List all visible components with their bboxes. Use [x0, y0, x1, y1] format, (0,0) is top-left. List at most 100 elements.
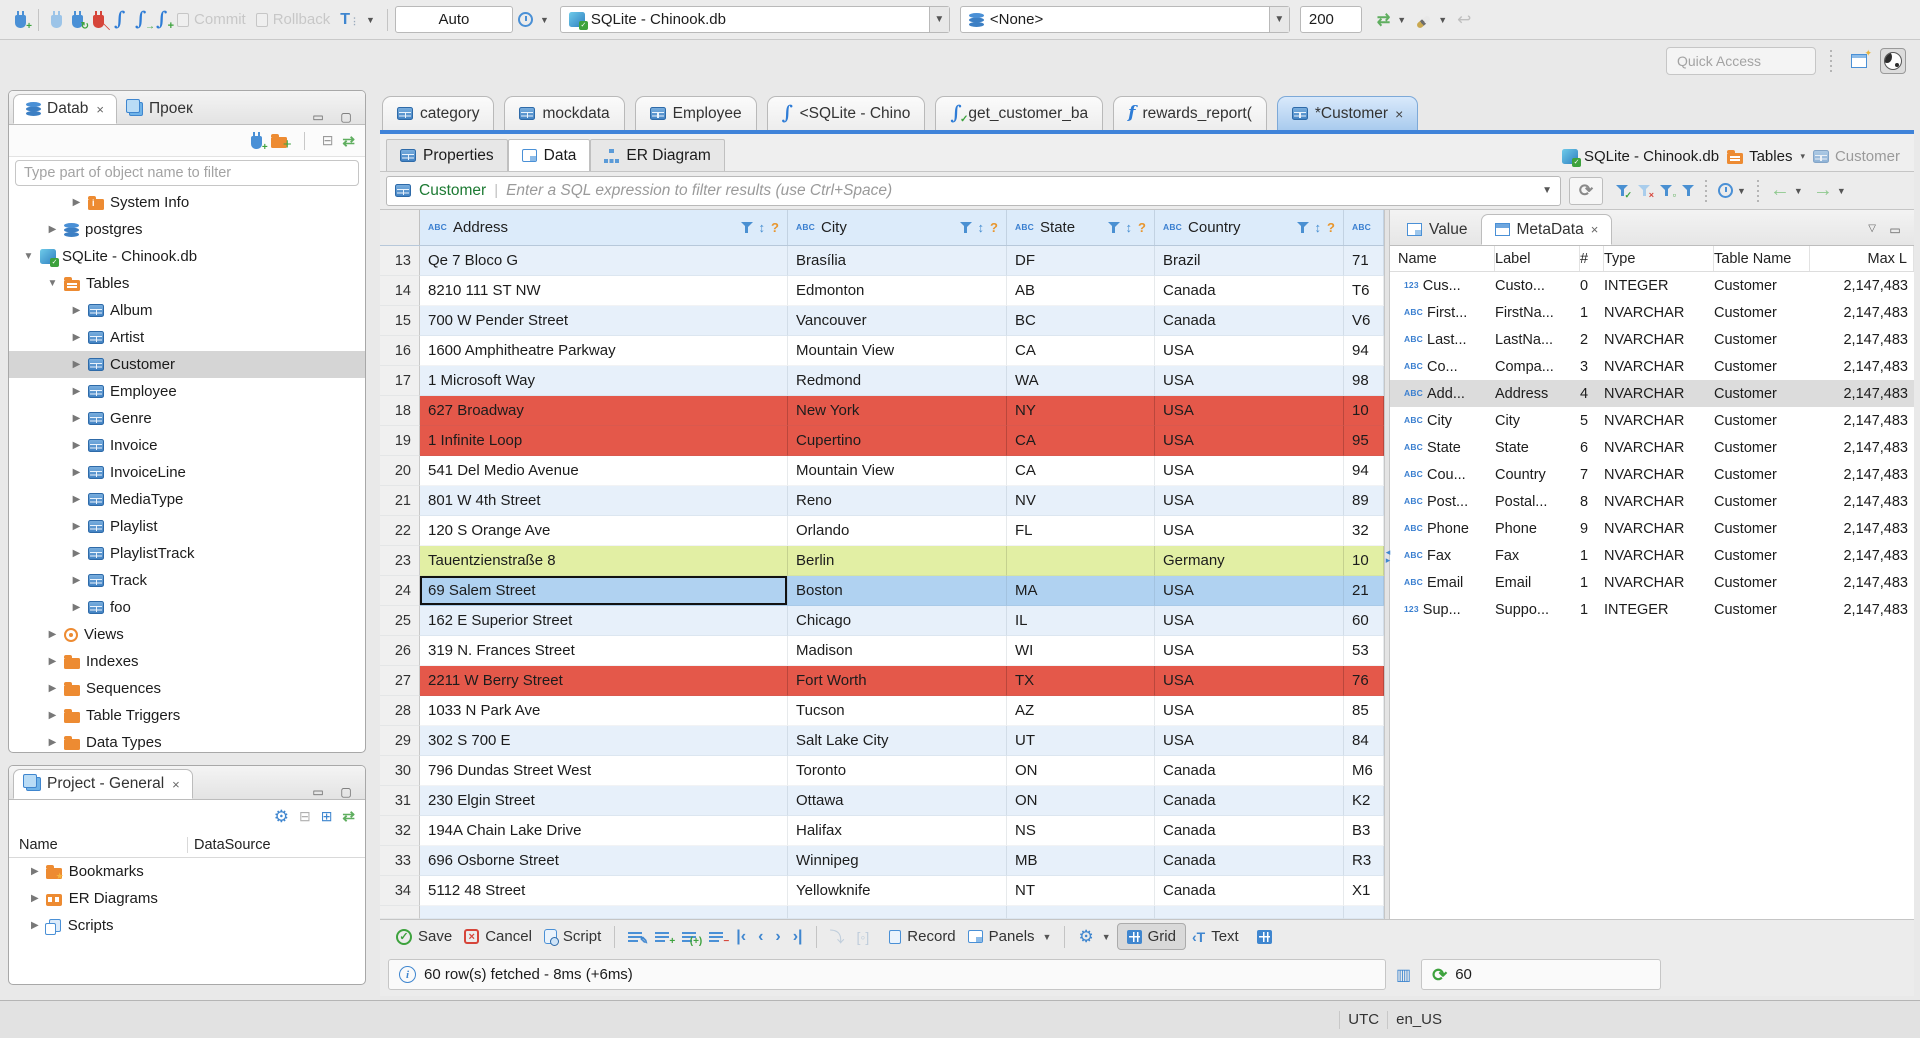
tree-expand-arrow[interactable]: ▶	[71, 602, 82, 613]
combo-dropdown-button[interactable]: ▼	[1268, 7, 1289, 32]
refresh-results-button[interactable]: ⟳	[1569, 176, 1603, 205]
panels-button[interactable]: Panels ▼	[962, 928, 1058, 945]
fetch-page-button[interactable]: ⤵	[824, 926, 851, 947]
row-number-cell[interactable]: 13	[380, 246, 420, 276]
metadata-type-cell[interactable]: NVARCHAR	[1604, 359, 1714, 375]
metadata-number-cell[interactable]: 6	[1580, 440, 1604, 456]
column-header-tablename[interactable]: Table Name	[1714, 246, 1810, 271]
cell-state[interactable]: CA	[1007, 426, 1155, 456]
tree-expand-arrow[interactable]: ▶	[47, 656, 58, 667]
table-row[interactable]: 19 1 Infinite Loop Cupertino CA USA 95	[380, 426, 1384, 456]
cell-country[interactable]: USA	[1155, 696, 1344, 726]
tree-expand-arrow[interactable]: ▶	[47, 224, 58, 235]
tree-item[interactable]: ▶ Indexes	[9, 648, 365, 675]
cell-city[interactable]: New York	[788, 396, 1007, 426]
row-number-cell[interactable]: 21	[380, 486, 420, 516]
table-row[interactable]: 29 302 S 700 E Salt Lake City UT USA 84	[380, 726, 1384, 756]
new-sql-editor-button[interactable]	[109, 6, 130, 34]
table-row[interactable]: 18 627 Broadway New York NY USA 10	[380, 396, 1384, 426]
panel-splitter[interactable]: ◂ ▸	[1384, 210, 1390, 919]
tree-item[interactable]: ▶ PlaylistTrack	[9, 540, 365, 567]
format-button[interactable]: ▼	[1411, 6, 1452, 34]
tree-expand-arrow[interactable]: ▶	[71, 413, 82, 424]
metadata-max-cell[interactable]: 2,147,483	[1810, 359, 1914, 375]
tree-expand-arrow[interactable]: ▶	[47, 710, 58, 721]
table-row[interactable]: 34 5112 48 Street Yellowknife NT Canada …	[380, 876, 1384, 906]
tree-expand-arrow[interactable]: ▶	[71, 467, 82, 478]
metadata-type-cell[interactable]: NVARCHAR	[1604, 413, 1714, 429]
cell-city[interactable]: Salt Lake City	[788, 726, 1007, 756]
editor-tab[interactable]: get_customer_ba	[935, 96, 1104, 130]
filter-funnel-icon[interactable]	[740, 221, 753, 234]
cell-country[interactable]: USA	[1155, 636, 1344, 666]
column-header-name[interactable]: Name	[1390, 246, 1495, 271]
calc-panel-button[interactable]	[1251, 929, 1278, 944]
metadata-table-cell[interactable]: Customer	[1714, 602, 1810, 618]
row-number-cell[interactable]: 24	[380, 576, 420, 606]
tree-item[interactable]: ▶ postgres	[9, 216, 365, 243]
cell-address[interactable]: 1 Infinite Loop	[420, 426, 788, 456]
object-filter-input[interactable]	[15, 160, 359, 186]
open-sql-script-button[interactable]	[130, 6, 155, 34]
metadata-row[interactable]: ABC Email Email 1 NVARCHAR Customer 2,14…	[1390, 569, 1914, 596]
tree-item[interactable]: ▶ Playlist	[9, 513, 365, 540]
row-number-cell[interactable]: 34	[380, 876, 420, 906]
metadata-type-cell[interactable]: NVARCHAR	[1604, 521, 1714, 537]
metadata-number-cell[interactable]: 2	[1580, 332, 1604, 348]
last-row-button[interactable]: ›|	[787, 928, 809, 946]
row-number-cell[interactable]: 25	[380, 606, 420, 636]
cell-city[interactable]: Edmonton	[788, 276, 1007, 306]
cell-postalcode[interactable]: 71	[1344, 246, 1384, 276]
cell-state[interactable]: NV	[1007, 486, 1155, 516]
tree-expand-arrow[interactable]: ▶	[71, 548, 82, 559]
table-row[interactable]: 31 230 Elgin Street Ottawa ON Canada K2	[380, 786, 1384, 816]
tab-data[interactable]: Data	[507, 139, 591, 171]
cell-country[interactable]: Canada	[1155, 816, 1344, 846]
metadata-name-cell[interactable]: ABC State	[1390, 440, 1495, 456]
cell-city[interactable]: Mountain View	[788, 456, 1007, 486]
save-button[interactable]: ✓ Save	[390, 928, 458, 945]
tab-database-navigator[interactable]: Datab ×	[13, 94, 117, 124]
cell-address[interactable]: Qe 7 Bloco G	[420, 246, 788, 276]
cell-address[interactable]: 319 N. Frances Street	[420, 636, 788, 666]
cell-state[interactable]: TX	[1007, 666, 1155, 696]
cell-postalcode[interactable]: 10	[1344, 396, 1384, 426]
cell-state[interactable]: IL	[1007, 606, 1155, 636]
gear-icon[interactable]	[274, 808, 289, 825]
tree-item[interactable]: ▶ MediaType	[9, 486, 365, 513]
row-number-cell[interactable]: 23	[380, 546, 420, 576]
cell-state[interactable]: AB	[1007, 276, 1155, 306]
splitter-arrows-icon[interactable]: ◂ ▸	[1381, 548, 1395, 565]
metadata-max-cell[interactable]: 2,147,483	[1810, 575, 1914, 591]
metadata-type-cell[interactable]: NVARCHAR	[1604, 575, 1714, 591]
metadata-type-cell[interactable]: INTEGER	[1604, 278, 1714, 294]
metadata-number-cell[interactable]: 1	[1580, 602, 1604, 618]
cell-postalcode[interactable]: 60	[1344, 606, 1384, 636]
metadata-table-cell[interactable]: Customer	[1714, 494, 1810, 510]
cell-city[interactable]: Boston	[788, 576, 1007, 606]
column-header-postalcode[interactable]: ABC	[1344, 210, 1384, 245]
cell-country[interactable]: Canada	[1155, 786, 1344, 816]
metadata-name-cell[interactable]: ABC City	[1390, 413, 1495, 429]
metadata-table-cell[interactable]: Customer	[1714, 359, 1810, 375]
link-with-editor-icon[interactable]: ⇄	[342, 132, 355, 150]
apply-filter-button[interactable]: ✓	[1616, 184, 1632, 199]
tree-item[interactable]: ▶ InvoiceLine	[9, 459, 365, 486]
filter-input[interactable]: Customer | Enter a SQL expression to fil…	[386, 175, 1561, 206]
script-button[interactable]: Script	[538, 928, 607, 946]
cell-city[interactable]: Berlin	[788, 546, 1007, 576]
filter-funnel-icon[interactable]	[959, 221, 972, 234]
row-number-cell[interactable]: 17	[380, 366, 420, 396]
open-perspective-button[interactable]	[1846, 48, 1872, 74]
metadata-label-cell[interactable]: Compa...	[1495, 359, 1580, 375]
cell-country[interactable]: Canada	[1155, 276, 1344, 306]
tree-expand-arrow[interactable]: ▶	[47, 683, 58, 694]
tree-expand-arrow[interactable]: ▼	[47, 278, 58, 289]
metadata-max-cell[interactable]: 2,147,483	[1810, 413, 1914, 429]
cell-postalcode[interactable]: 53	[1344, 636, 1384, 666]
new-connection-icon[interactable]: +	[250, 131, 268, 153]
sync-data-button[interactable]: ⇄ ▼	[1372, 6, 1411, 34]
metadata-max-cell[interactable]: 2,147,483	[1810, 602, 1914, 618]
panel-toggle-icon[interactable]: ▥	[1396, 965, 1411, 985]
table-row[interactable]: 24 69 Salem Street Boston MA USA 21	[380, 576, 1384, 606]
